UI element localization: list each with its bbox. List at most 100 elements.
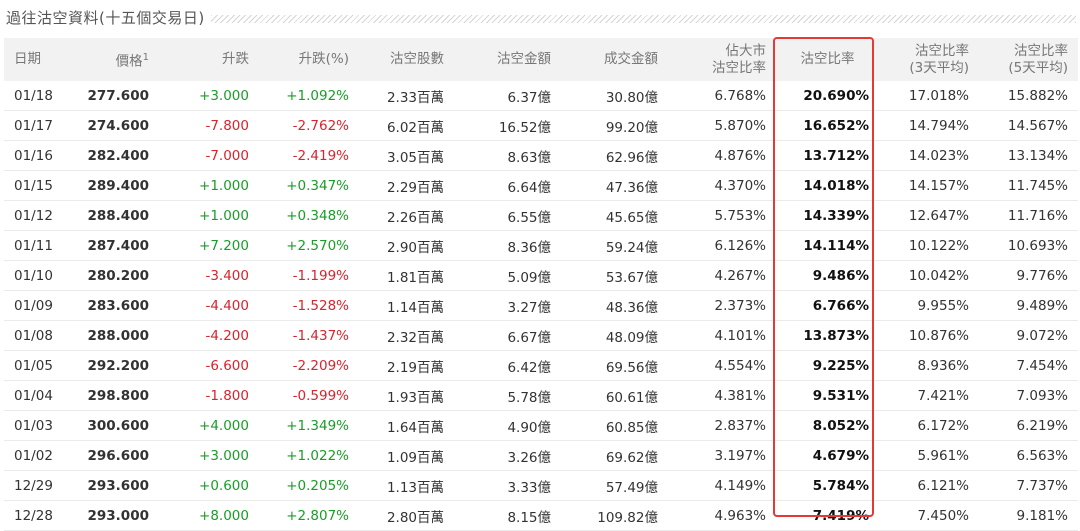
table-row: 01/11 287.400 +7.200 +2.570% 2.90百萬 8.36億 59.2… — [4, 230, 1078, 261]
cell-change: -7.000 — [159, 140, 259, 171]
cell-short-amount: 5.78億 — [454, 380, 561, 411]
cell-avg5: 11.745% — [979, 170, 1078, 201]
table-row: 01/08 288.000 -4.200 -1.437% 2.32百萬 6.67億 48.0… — [4, 320, 1078, 351]
table-row: 01/12 288.400 +1.000 +0.348% 2.26百萬 6.55億 45.6… — [4, 200, 1078, 231]
table-row: 01/03 300.600 +4.000 +1.349% 1.64百萬 4.90億 60.8… — [4, 410, 1078, 441]
cell-market-ratio: 4.876% — [668, 140, 776, 171]
cell-avg3: 14.023% — [879, 140, 979, 171]
cell-change-pct: -1.528% — [259, 290, 359, 321]
cell-turnover: 60.61億 — [561, 380, 668, 411]
cell-short-shares: 2.33百萬 — [359, 81, 454, 111]
cell-short-amount: 8.36億 — [454, 230, 561, 261]
cell-turnover: 109.82億 — [561, 500, 668, 531]
cell-short-shares: 1.13百萬 — [359, 470, 454, 501]
header-short-amount: 沽空金額 — [454, 38, 561, 81]
cell-change: -4.400 — [159, 290, 259, 321]
cell-change-pct: +0.347% — [259, 170, 359, 201]
cell-avg3: 12.647% — [879, 200, 979, 231]
table-row: 01/15 289.400 +1.000 +0.347% 2.29百萬 6.64億 47.3… — [4, 170, 1078, 201]
cell-price: 292.200 — [69, 350, 159, 381]
cell-avg3: 9.955% — [879, 290, 979, 321]
cell-market-ratio: 4.963% — [668, 500, 776, 531]
cell-short-amount: 3.27億 — [454, 290, 561, 321]
header-price: 價格1 — [69, 38, 159, 81]
cell-date: 01/10 — [4, 260, 69, 291]
cell-short-shares: 2.80百萬 — [359, 500, 454, 531]
cell-short-ratio: 8.052% — [776, 410, 879, 441]
cell-short-shares: 2.19百萬 — [359, 350, 454, 381]
cell-short-amount: 16.52億 — [454, 110, 561, 141]
header-change-pct: 升跌(%) — [259, 38, 359, 81]
header-change: 升跌 — [159, 38, 259, 81]
cell-price: 296.600 — [69, 440, 159, 471]
cell-short-ratio: 7.419% — [776, 500, 879, 531]
cell-avg3: 5.961% — [879, 440, 979, 471]
cell-change: -6.600 — [159, 350, 259, 381]
cell-turnover: 62.96億 — [561, 140, 668, 171]
cell-turnover: 99.20億 — [561, 110, 668, 141]
table-row: 01/17 274.600 -7.800 -2.762% 6.02百萬 16.52億 99.… — [4, 110, 1078, 141]
cell-market-ratio: 5.753% — [668, 200, 776, 231]
cell-short-ratio: 9.531% — [776, 380, 879, 411]
cell-avg5: 7.737% — [979, 470, 1078, 501]
cell-market-ratio: 4.370% — [668, 170, 776, 201]
cell-change: +3.000 — [159, 81, 259, 111]
cell-short-shares: 2.26百萬 — [359, 200, 454, 231]
cell-price: 293.600 — [69, 470, 159, 501]
price-footnote-marker: 1 — [142, 51, 149, 63]
cell-short-shares: 1.81百萬 — [359, 260, 454, 291]
cell-short-ratio: 9.486% — [776, 260, 879, 291]
cell-price: 283.600 — [69, 290, 159, 321]
cell-avg5: 7.454% — [979, 350, 1078, 381]
table-body: 01/18 277.600 +3.000 +1.092% 2.33百萬 6.37億 30.8… — [4, 81, 1078, 531]
cell-turnover: 60.85億 — [561, 410, 668, 441]
cell-change-pct: -1.199% — [259, 260, 359, 291]
table-row: 01/10 280.200 -3.400 -1.199% 1.81百萬 5.09億 53.6… — [4, 260, 1078, 291]
cell-short-amount: 4.90億 — [454, 410, 561, 441]
cell-change-pct: +1.349% — [259, 410, 359, 441]
header-avg5: 沽空比率 (5天平均) — [979, 38, 1078, 81]
cell-turnover: 47.36億 — [561, 170, 668, 201]
cell-avg5: 10.693% — [979, 230, 1078, 261]
cell-market-ratio: 6.126% — [668, 230, 776, 261]
cell-change: +4.000 — [159, 410, 259, 441]
cell-market-ratio: 4.267% — [668, 260, 776, 291]
cell-short-ratio: 14.114% — [776, 230, 879, 261]
cell-short-shares: 1.14百萬 — [359, 290, 454, 321]
cell-change-pct: +2.570% — [259, 230, 359, 261]
cell-market-ratio: 5.870% — [668, 110, 776, 141]
cell-short-amount: 6.37億 — [454, 81, 561, 111]
cell-price: 300.600 — [69, 410, 159, 441]
cell-avg3: 10.122% — [879, 230, 979, 261]
cell-change: +1.000 — [159, 170, 259, 201]
cell-date: 01/11 — [4, 230, 69, 261]
cell-avg5: 9.181% — [979, 500, 1078, 531]
cell-change-pct: +0.348% — [259, 200, 359, 231]
cell-change-pct: +2.807% — [259, 500, 359, 531]
cell-change-pct: -2.209% — [259, 350, 359, 381]
cell-avg3: 10.876% — [879, 320, 979, 351]
cell-turnover: 48.36億 — [561, 290, 668, 321]
cell-short-ratio: 14.018% — [776, 170, 879, 201]
cell-date: 01/18 — [4, 81, 69, 111]
cell-avg5: 7.093% — [979, 380, 1078, 411]
cell-short-shares: 1.09百萬 — [359, 440, 454, 471]
table-row: 01/04 298.800 -1.800 -0.599% 1.93百萬 5.78億 60.6… — [4, 380, 1078, 411]
cell-short-ratio: 20.690% — [776, 81, 879, 111]
cell-price: 287.400 — [69, 230, 159, 261]
table-row: 01/09 283.600 -4.400 -1.528% 1.14百萬 3.27億 48.3… — [4, 290, 1078, 321]
cell-date: 01/09 — [4, 290, 69, 321]
cell-date: 01/02 — [4, 440, 69, 471]
cell-change: -1.800 — [159, 380, 259, 411]
cell-change-pct: +1.022% — [259, 440, 359, 471]
cell-avg5: 6.563% — [979, 440, 1078, 471]
cell-price: 293.000 — [69, 500, 159, 531]
short-selling-panel: 過往沽空資料(十五個交易日) 日期 價格1 升跌 升跌(%) 沽空股數 沽空金額 — [0, 0, 1080, 531]
cell-avg3: 6.172% — [879, 410, 979, 441]
cell-avg3: 14.794% — [879, 110, 979, 141]
cell-date: 01/17 — [4, 110, 69, 141]
cell-short-amount: 6.67億 — [454, 320, 561, 351]
cell-turnover: 59.24億 — [561, 230, 668, 261]
cell-short-shares: 2.32百萬 — [359, 320, 454, 351]
cell-avg5: 9.489% — [979, 290, 1078, 321]
